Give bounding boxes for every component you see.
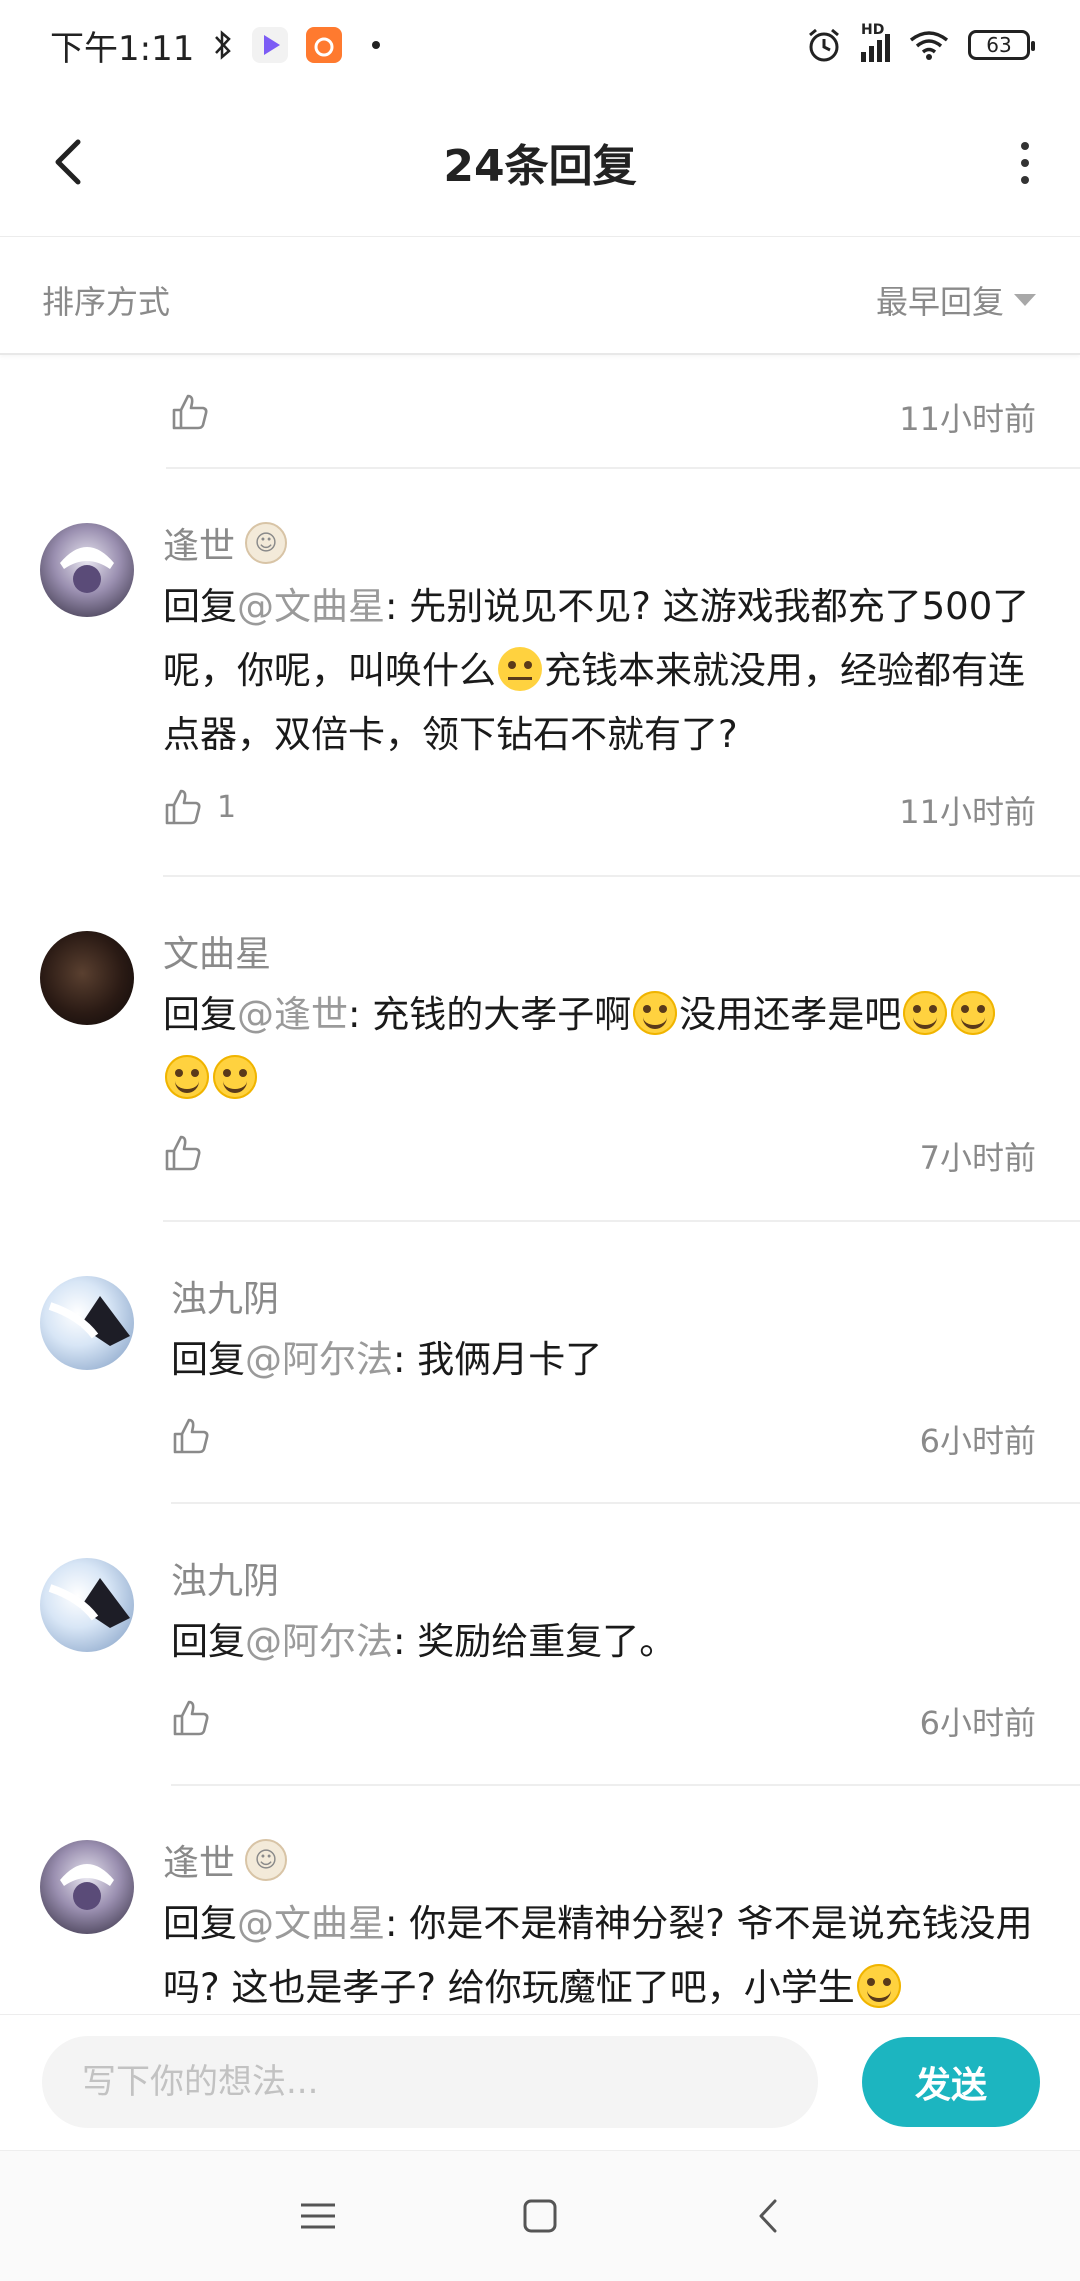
like-count: 1 bbox=[217, 789, 237, 825]
page-title: 24条回复 bbox=[443, 141, 637, 192]
status-time: 下午1:11 bbox=[50, 28, 195, 69]
reply-prefix: 回复 bbox=[171, 1338, 245, 1381]
reply-item: 逢世 ☺ 回复@文曲星: 先别说见不见? 这游戏我都充了500了呢，你呢，叫唤什… bbox=[0, 469, 1080, 877]
caret-down-icon bbox=[1014, 294, 1036, 306]
reply-author[interactable]: 文曲星 bbox=[163, 925, 271, 977]
signal-icon: HD bbox=[861, 22, 890, 62]
reply-time: 11小时前 bbox=[899, 793, 1036, 831]
reply-item: 浊九阴 回复@阿尔法: 奖励给重复了。 6小时前 bbox=[0, 1504, 1080, 1786]
reply-item: 浊九阴 回复@阿尔法: 我俩月卡了 6小时前 bbox=[0, 1222, 1080, 1504]
sort-label: 排序方式 bbox=[42, 283, 171, 321]
sweat-smile-emoji-icon bbox=[951, 991, 996, 1035]
battery-icon: 63 bbox=[968, 30, 1035, 60]
more-options-icon[interactable] bbox=[1010, 138, 1040, 188]
alarm-icon bbox=[809, 28, 839, 62]
system-nav-bar bbox=[0, 2150, 1080, 2281]
author-name: 浊九阴 bbox=[171, 1279, 280, 1320]
sweat-smile-emoji-icon bbox=[165, 1055, 209, 1099]
battery-level: 63 bbox=[986, 33, 1012, 57]
author-name: 文曲星 bbox=[163, 934, 272, 975]
sort-dropdown[interactable]: 最早回复 bbox=[876, 277, 1036, 323]
like-icon[interactable] bbox=[170, 392, 210, 432]
reply-text: : 奖励给重复了。 bbox=[393, 1620, 677, 1663]
level-badge-icon: ☺ bbox=[245, 522, 288, 564]
like-icon[interactable] bbox=[171, 1698, 211, 1738]
reply-author[interactable]: 逢世 ☺ bbox=[163, 1834, 288, 1886]
reply-item: 逢世 ☺ 回复@文曲星: 你是不是精神分裂? 爷不是说充钱没用吗? 这也是孝子?… bbox=[0, 1786, 1080, 2014]
reply-content: 回复@阿尔法: 奖励给重复了。 bbox=[171, 1610, 1040, 1674]
avatar[interactable] bbox=[40, 1558, 134, 1652]
sort-value-label: 最早回复 bbox=[875, 283, 1004, 321]
reply-text: : 充钱的大孝子啊 bbox=[348, 993, 632, 1036]
sort-bar: 排序方式 最早回复 bbox=[0, 237, 1080, 355]
back-icon[interactable] bbox=[743, 2191, 793, 2241]
sweat-smile-emoji-icon bbox=[213, 1055, 257, 1099]
author-name: 逢世 bbox=[163, 526, 236, 567]
reply-item: 文曲星 回复@逢世: 充钱的大孝子啊 没用还孝是吧 7小时前 bbox=[0, 877, 1080, 1222]
like-icon[interactable] bbox=[163, 1133, 203, 1173]
avatar[interactable] bbox=[40, 1276, 134, 1370]
sweat-smile-emoji-icon bbox=[633, 991, 678, 1035]
reply-content: 回复@逢世: 充钱的大孝子啊 没用还孝是吧 bbox=[163, 983, 1040, 1111]
level-badge-icon: ☺ bbox=[245, 1839, 288, 1881]
reply-prefix: 回复 bbox=[163, 1902, 237, 1945]
author-name: 逢世 bbox=[163, 1843, 236, 1884]
avatar[interactable] bbox=[40, 1840, 134, 1934]
author-name: 浊九阴 bbox=[171, 1561, 280, 1602]
wifi-icon bbox=[909, 31, 949, 60]
comment-input[interactable] bbox=[42, 2036, 818, 2128]
network-type-label: HD bbox=[861, 22, 885, 38]
reply-time: 11小时前 bbox=[899, 400, 1036, 438]
notification-dot-icon bbox=[372, 41, 381, 49]
reply-content: 回复@文曲星: 你是不是精神分裂? 爷不是说充钱没用吗? 这也是孝子? 给你玩魔… bbox=[163, 1892, 1040, 2014]
reply-list[interactable]: 11小时前 逢世 ☺ 回复@文曲星: 先别说见不见? 这游戏我都充了500了呢，… bbox=[0, 354, 1080, 2014]
home-icon[interactable] bbox=[515, 2191, 565, 2241]
mention-link[interactable]: @阿尔法 bbox=[245, 1338, 393, 1381]
reply-text: : 我俩月卡了 bbox=[393, 1338, 603, 1381]
avatar[interactable] bbox=[40, 523, 134, 617]
mention-link[interactable]: @逢世 bbox=[237, 993, 348, 1036]
reply-time: 7小时前 bbox=[919, 1139, 1036, 1177]
reply-time: 6小时前 bbox=[919, 1704, 1036, 1742]
reply-prefix: 回复 bbox=[163, 993, 237, 1036]
reply-content: 回复@文曲星: 先别说见不见? 这游戏我都充了500了呢，你呢，叫唤什么 充钱本来… bbox=[163, 575, 1040, 767]
status-bar: 下午1:11 HD 63 bbox=[0, 0, 1080, 90]
mention-link[interactable]: @文曲星 bbox=[237, 585, 385, 628]
sweat-smile-emoji-icon bbox=[856, 1964, 901, 2008]
reply-item: 11小时前 bbox=[0, 354, 1080, 469]
like-button[interactable]: 1 bbox=[163, 787, 236, 827]
like-icon[interactable] bbox=[171, 1416, 211, 1456]
menu-icon[interactable] bbox=[293, 2191, 343, 2241]
reply-author[interactable]: 逢世 ☺ bbox=[163, 517, 288, 569]
browser-app-icon bbox=[306, 27, 343, 63]
send-button[interactable]: 发送 bbox=[862, 2037, 1040, 2127]
reply-prefix: 回复 bbox=[171, 1620, 245, 1663]
top-app-bar: 24条回复 bbox=[0, 90, 1080, 237]
sweat-smile-emoji-icon bbox=[903, 991, 948, 1035]
avatar[interactable] bbox=[40, 931, 134, 1025]
bluetooth-icon bbox=[215, 30, 232, 60]
mention-link[interactable]: @文曲星 bbox=[237, 1902, 385, 1945]
reply-time: 6小时前 bbox=[919, 1422, 1036, 1460]
like-icon bbox=[165, 789, 201, 825]
reply-author[interactable]: 浊九阴 bbox=[171, 1270, 279, 1322]
reply-composer: 发送 bbox=[0, 2014, 1080, 2151]
reply-author[interactable]: 浊九阴 bbox=[171, 1552, 279, 1604]
eye-roll-emoji-icon bbox=[498, 647, 542, 691]
video-app-icon bbox=[252, 27, 289, 63]
reply-content: 回复@阿尔法: 我俩月卡了 bbox=[171, 1328, 1040, 1392]
reply-text: 没用还孝是吧 bbox=[679, 993, 902, 1036]
mention-link[interactable]: @阿尔法 bbox=[245, 1620, 393, 1663]
reply-prefix: 回复 bbox=[163, 585, 237, 628]
